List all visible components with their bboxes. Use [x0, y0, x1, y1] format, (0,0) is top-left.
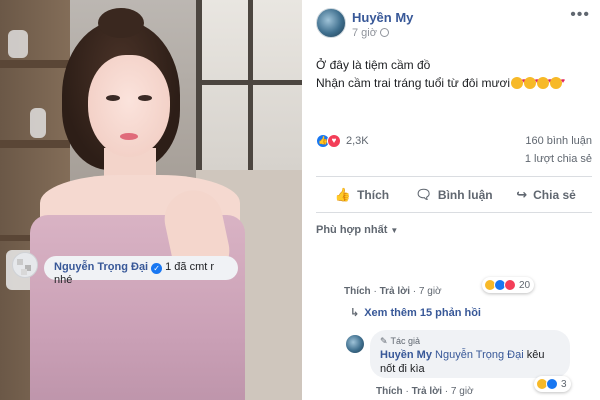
post-text: Ở đây là tiệm cầm đồ Nhận cầm trai tráng… — [316, 56, 592, 92]
reply-arrow-icon: ↳ — [350, 307, 360, 319]
comment-icon: 🗨 — [415, 187, 432, 202]
comment-like-link[interactable]: Thích — [344, 286, 371, 297]
jar — [8, 30, 28, 58]
eye — [138, 95, 152, 101]
smiling-hearts-emoji-icon — [511, 73, 526, 91]
comment-filter-dropdown[interactable]: Phù hợp nhất ▼ — [316, 224, 398, 236]
jar — [30, 108, 46, 138]
post-text-line: Ở đây là tiệm cầm đồ — [316, 58, 431, 72]
divider — [316, 212, 592, 213]
smiling-hearts-emoji-icon — [537, 73, 552, 91]
thumbs-up-icon: 👍 — [334, 187, 352, 202]
reply-meta: Thích · Trả lời · 7 giờ — [376, 386, 474, 397]
comment-meta: Thích · Trả lời · 7 giờ — [344, 286, 442, 297]
more-icon[interactable]: ••• — [570, 6, 590, 24]
comments-count[interactable]: 160 bình luận — [525, 135, 592, 147]
like-button[interactable]: 👍 Thích — [316, 180, 408, 210]
comment-bubble: Nguyễn Trọng Đại ✓ 1 đã cmt r nhé — [44, 256, 238, 286]
comment-reaction-count: 20 — [519, 279, 531, 291]
reply-like-link[interactable]: Thích — [376, 386, 403, 397]
reply-bubble: ✎ Tác giả Huyền My Nguyễn Trọng Đại kêu n… — [370, 330, 570, 378]
verified-icon: ✓ — [151, 263, 163, 274]
post-photo[interactable] — [0, 0, 302, 400]
post-time[interactable]: 7 giờ — [352, 27, 389, 39]
reply-reactions[interactable]: 3 — [534, 376, 571, 392]
post-header: Huyền My 7 giờ ••• — [302, 0, 600, 44]
shelf — [0, 140, 70, 148]
share-button-label: Chia sẻ — [533, 188, 576, 202]
love-icon — [504, 279, 516, 291]
reply-reply-link[interactable]: Trả lời — [412, 386, 442, 397]
reply-time[interactable]: 7 giờ — [451, 386, 474, 397]
post-actions: 👍 Thích 🗨 Bình luận ↪ Chia sẻ — [316, 180, 592, 210]
author-avatar[interactable] — [316, 8, 346, 38]
smiling-hearts-emoji-icon — [524, 73, 539, 91]
smiling-hearts-emoji-icon — [550, 73, 565, 91]
caret-down-icon: ▼ — [390, 226, 399, 235]
eye — [106, 95, 120, 101]
comment-button-label: Bình luận — [437, 188, 493, 202]
hair-bun — [98, 8, 144, 38]
shelf — [0, 60, 70, 68]
post-text-line: Nhận cầm trai tráng tuổi từ đôi mươi — [316, 76, 511, 90]
comment-reactions[interactable]: 20 — [482, 277, 535, 293]
author-badge-label: Tác giả — [390, 336, 421, 346]
reply-author-avatar[interactable] — [346, 335, 364, 353]
comment-filter-label: Phù hợp nhất — [316, 224, 388, 236]
globe-icon — [379, 28, 389, 37]
shares-count[interactable]: 1 lượt chia sẻ — [525, 153, 592, 165]
share-icon: ↪ — [516, 187, 528, 202]
reply-body: Huyền My Nguyễn Trọng Đại kêu nốt đi kìa — [380, 348, 560, 376]
commenter-name[interactable]: Nguyễn Trọng Đại — [54, 261, 148, 273]
like-button-label: Thích — [357, 188, 390, 202]
post-time-text[interactable]: 7 giờ — [352, 27, 377, 39]
view-more-replies-label: Xem thêm 15 phản hồi — [364, 307, 481, 319]
reactions-count[interactable]: 2,3K — [346, 135, 369, 147]
divider — [316, 176, 592, 177]
reply-author-name[interactable]: Huyền My — [380, 349, 432, 361]
post-text-line-2: Nhận cầm trai tráng tuổi từ đôi mươi — [316, 73, 592, 92]
reply-mention[interactable]: Nguyễn Trọng Đại — [435, 349, 524, 361]
reply-reaction-count: 3 — [561, 378, 567, 390]
author-badge: ✎ Tác giả — [380, 334, 560, 348]
like-icon — [546, 378, 558, 390]
love-icon[interactable]: ♥ — [327, 134, 341, 148]
post-stats: 👍 ♥ 2,3K 160 bình luận 1 lượt chia sẻ — [316, 132, 592, 172]
lips — [120, 133, 138, 140]
comment-reply-link[interactable]: Trả lời — [380, 286, 410, 297]
face — [88, 55, 170, 157]
commenter-avatar[interactable] — [12, 252, 38, 278]
comment-button[interactable]: 🗨 Bình luận — [408, 180, 500, 210]
view-more-replies-link[interactable]: ↳ Xem thêm 15 phản hồi — [350, 306, 481, 319]
share-button[interactable]: ↪ Chia sẻ — [500, 180, 592, 210]
author-name[interactable]: Huyền My — [352, 10, 413, 25]
window — [196, 0, 302, 170]
comment-time[interactable]: 7 giờ — [419, 286, 442, 297]
pen-icon: ✎ — [380, 336, 388, 346]
